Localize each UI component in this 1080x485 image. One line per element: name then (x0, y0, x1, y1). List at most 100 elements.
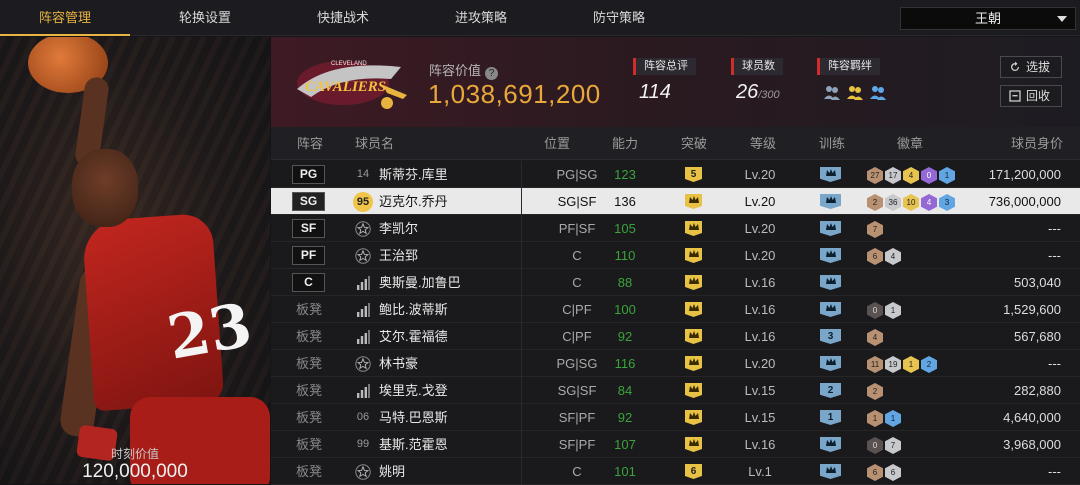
recycle-button-label: 回收 (1026, 89, 1051, 103)
player-value: --- (1048, 221, 1061, 236)
column-divider (521, 269, 522, 296)
table-row[interactable]: C 奥斯曼.加鲁巴 C 88 Lv.16 503,040 (271, 269, 1080, 296)
table-row[interactable]: 板凳 林书豪 PG|SG 116 Lv.20 11 19 1 2 --- (271, 350, 1080, 377)
table-row[interactable]: PG 14 斯蒂芬.库里 PG|SG 123 5 Lv.20 27 17 4 0 1 171,200,0… (271, 161, 1080, 188)
badge-hex-icon: 0 (867, 302, 883, 319)
tab-defense[interactable]: 防守策略 (554, 0, 684, 36)
badge-hex-icon: 4 (885, 248, 901, 265)
table-row[interactable]: 板凳 鲍比.波蒂斯 C|PF 100 Lv.16 0 1 1,529,600 (271, 296, 1080, 323)
player-jersey-number: 23 (162, 290, 257, 374)
lineup-value-label-text: 阵容价值 (429, 63, 482, 78)
table-row[interactable]: 板凳 艾尔.霍福德 C|PF 92 Lv.16 3 4 567,680 (271, 323, 1080, 350)
table-row[interactable]: PF 王治郅 C 110 Lv.20 6 4 --- (271, 242, 1080, 269)
tab-quick-tactics[interactable]: 快捷战术 (278, 0, 408, 36)
training-shield-icon (820, 275, 841, 290)
player-count: 26/300 (736, 81, 780, 104)
badge-hex-icon: 27 (867, 167, 883, 184)
overall-rating-label: 阵容总评 (633, 58, 696, 75)
table-row[interactable]: 板凳 99 基斯.范霍恩 SF|PF 107 Lv.16 0 7 3,968,000 (271, 431, 1080, 458)
breakthrough-crown-icon (685, 194, 702, 209)
col-player-value[interactable]: 球员身价 (1011, 127, 1063, 160)
col-training[interactable]: 训练 (819, 127, 845, 160)
table-row[interactable]: 板凳 06 马特.巴恩斯 SF|PF 92 Lv.15 1 1 1 4,640,000 (271, 404, 1080, 431)
badge-hex-icon: 0 (867, 437, 883, 454)
col-lineup[interactable]: 阵容 (297, 127, 323, 160)
table-row[interactable]: SF 李凯尔 PF|SF 105 Lv.20 7 --- (271, 215, 1080, 242)
column-divider (521, 350, 522, 377)
badge-hex-icon: 4 (867, 329, 883, 346)
training-shield-icon (820, 464, 841, 479)
badge-hex-icon: 1 (885, 410, 901, 427)
draft-button[interactable]: 选拔 (1000, 56, 1062, 78)
player-level: Lv.16 (744, 275, 776, 290)
badge-hex-icon: 1 (885, 302, 901, 319)
team-dropdown-value: 王朝 (974, 11, 1001, 26)
table-row[interactable]: SG 95 迈克尔.乔丹 SG|SF 136 Lv.20 2 36 10 4 3 736,000,00… (271, 188, 1080, 215)
column-divider (521, 404, 522, 431)
player-value: 1,529,600 (1003, 302, 1061, 317)
table-row[interactable]: 板凳 姚明 C 101 6 Lv.1 6 6 --- (271, 458, 1080, 485)
team-logo-subtext: CLEVELAND (331, 61, 367, 67)
col-player-name[interactable]: 球员名 (355, 127, 394, 160)
player-ability: 136 (614, 194, 636, 209)
bond-people-icon[interactable] (846, 83, 864, 101)
slot-bench: 板凳 (296, 437, 323, 452)
player-level: Lv.1 (748, 464, 772, 479)
player-value: --- (1048, 464, 1061, 479)
badge-hex-icon: 11 (867, 356, 883, 373)
player-value: 282,880 (1014, 383, 1061, 398)
player-head-image (72, 149, 138, 227)
moment-value-label: 时刻价值 (110, 447, 159, 461)
player-name: 斯蒂芬.库里 (379, 167, 448, 182)
recycle-button[interactable]: 回收 (1000, 85, 1062, 107)
player-name: 埃里克.戈登 (379, 383, 448, 398)
breakthrough-crown-icon (685, 410, 702, 425)
player-level: Lv.20 (744, 221, 776, 236)
breakthrough-crown-icon (685, 329, 702, 344)
player-ability: 123 (614, 167, 636, 182)
badge-hex-icon: 10 (903, 194, 919, 211)
bond-people-icon[interactable] (869, 83, 887, 101)
team-dropdown[interactable]: 王朝 (900, 7, 1076, 30)
player-value: 3,968,000 (1003, 437, 1061, 452)
top-tab-bar: 阵容管理 轮换设置 快捷战术 进攻策略 防守策略 王朝 (0, 0, 1080, 36)
badge-hex-icon: 6 (885, 464, 901, 481)
breakthrough-crown-icon (685, 221, 702, 236)
badge-group: 2 36 10 4 3 (867, 193, 957, 211)
overall-rating-value: 114 (639, 81, 671, 103)
breakthrough-level: 6 (685, 464, 702, 479)
badge-group: 2 (867, 382, 885, 400)
breakthrough-crown-icon (685, 437, 702, 452)
col-ability[interactable]: 能力 (612, 127, 638, 160)
badge-group: 7 (867, 220, 885, 238)
roster-table: 阵容 球员名 位置 能力 突破 等级 训练 徽章 球员身价 PG 14 斯蒂芬.库里… (271, 127, 1080, 485)
col-position[interactable]: 位置 (544, 127, 570, 160)
tab-rotation[interactable]: 轮换设置 (140, 0, 270, 36)
bond-people-icon[interactable] (823, 83, 841, 101)
player-name: 马特.巴恩斯 (379, 410, 448, 425)
player-level: Lv.15 (744, 410, 776, 425)
player-ability: 116 (614, 356, 636, 371)
player-ability: 84 (617, 383, 633, 398)
draft-button-label: 选拔 (1026, 60, 1051, 74)
column-divider (521, 458, 522, 485)
player-card-panel[interactable]: 23 时刻价值 120,000,000 (0, 37, 270, 484)
slot-position: C (292, 273, 325, 292)
recycle-icon (1009, 90, 1021, 102)
training-level: 3 (820, 329, 841, 344)
slot-position: SG (292, 192, 325, 211)
slot-position: PF (292, 246, 325, 265)
badge-group: 64 (867, 247, 903, 265)
player-name: 迈克尔.乔丹 (379, 194, 448, 209)
player-ability: 105 (614, 221, 636, 236)
table-row[interactable]: 板凳 埃里克.戈登 SG|SF 84 Lv.15 2 2 282,880 (271, 377, 1080, 404)
col-breakthrough[interactable]: 突破 (681, 127, 707, 160)
tab-lineup[interactable]: 阵容管理 (0, 0, 130, 36)
training-shield-icon (820, 221, 841, 236)
col-badges[interactable]: 徽章 (897, 127, 923, 160)
tab-offense[interactable]: 进攻策略 (416, 0, 546, 36)
col-level[interactable]: 等级 (750, 127, 776, 160)
badge-group: 66 (867, 463, 903, 481)
moment-value: 120,000,000 (82, 461, 188, 482)
jersey-number: 06 (356, 411, 370, 423)
